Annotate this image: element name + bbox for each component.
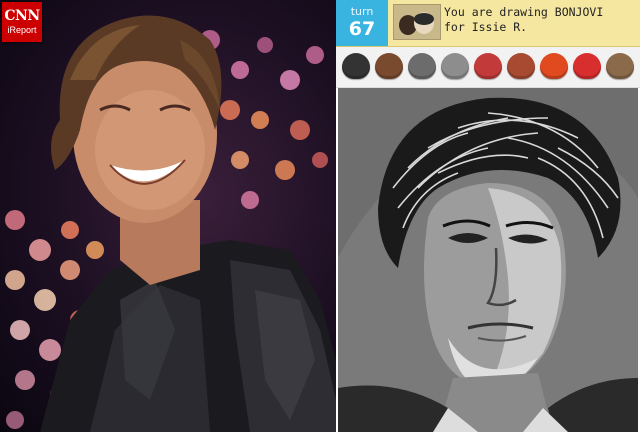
reference-photo: CNN iReport (0, 0, 336, 432)
game-header: turn 67 You are drawing BONJOVI for Issi… (336, 0, 640, 47)
photo-illustration (5, 15, 336, 432)
cnn-ireport-logo: CNN iReport (2, 2, 42, 42)
color-swatch-rust[interactable] (507, 53, 535, 79)
avatar-image (394, 5, 440, 39)
sketch-drawing (338, 88, 638, 432)
opponent-avatar[interactable] (393, 4, 441, 40)
drawing-canvas[interactable] (338, 88, 638, 432)
turn-counter: turn 67 (336, 0, 388, 46)
color-swatch-gray[interactable] (441, 53, 469, 79)
color-swatch-tan[interactable] (606, 53, 634, 79)
color-swatch-dark-gray[interactable] (408, 53, 436, 79)
turn-label: turn (350, 5, 374, 18)
prompt-line-recipient: for Issie R. (444, 20, 528, 34)
drawing-app: turn 67 You are drawing BONJOVI for Issi… (336, 0, 640, 432)
logo-text: CNN (4, 8, 40, 24)
color-swatch-black[interactable] (342, 53, 370, 79)
logo-subtext: iReport (7, 25, 37, 35)
drawing-prompt: You are drawing BONJOVI for Issie R. (444, 5, 636, 35)
color-swatch-brown[interactable] (375, 53, 403, 79)
color-swatch-bright-red[interactable] (573, 53, 601, 79)
color-palette (336, 47, 640, 88)
turn-number: 67 (348, 18, 376, 40)
prompt-line-word: You are drawing BONJOVI (444, 5, 604, 19)
color-swatch-orange[interactable] (540, 53, 568, 79)
color-swatch-red[interactable] (474, 53, 502, 79)
